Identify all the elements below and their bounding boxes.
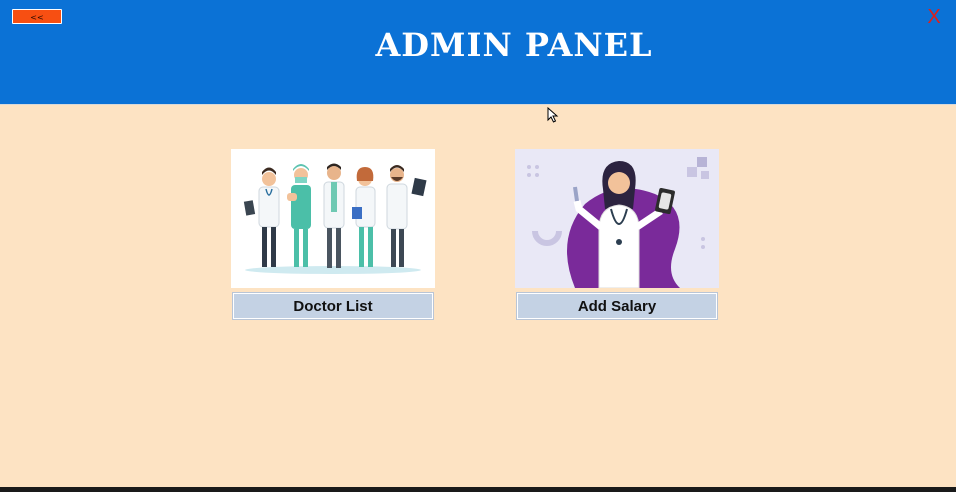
mouse-cursor-icon [547,107,559,123]
header-bar: << ADMIN PANEL X [0,0,956,105]
add-salary-button[interactable]: Add Salary [517,293,717,319]
page-title: ADMIN PANEL [375,26,653,64]
back-button[interactable]: << [12,9,62,24]
add-salary-image[interactable] [515,149,719,288]
close-button[interactable]: X [924,6,944,28]
admin-panel-window: << ADMIN PANEL X Doctor List Add Salary [0,0,956,487]
bottom-border [0,487,956,492]
doctor-list-image[interactable] [231,149,435,288]
doctor-list-button[interactable]: Doctor List [233,293,433,319]
